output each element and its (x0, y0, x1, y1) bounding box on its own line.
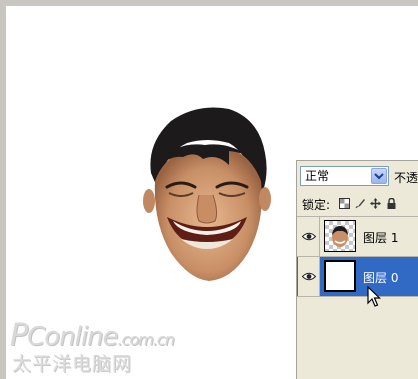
layer-row-1[interactable]: 图层 1 (297, 217, 418, 257)
eye-icon (302, 272, 316, 281)
visibility-toggle[interactable] (298, 257, 320, 296)
blend-mode-select[interactable]: 正常 (300, 166, 389, 186)
lock-label: 锁定: (302, 198, 331, 212)
white-thumbnail (324, 260, 356, 292)
face-thumbnail-icon (332, 226, 348, 247)
layer-row-0[interactable]: 图层 0 (297, 257, 418, 297)
layer-name[interactable]: 图层 1 (363, 229, 398, 246)
lock-move-icon[interactable] (370, 198, 381, 209)
watermark: PConline.com.cn 太平洋电脑网 (10, 318, 200, 375)
lock-paint-icon[interactable] (355, 198, 366, 209)
layers-panel: 正常 不透 锁定: 图层 1 图层 0 (296, 160, 418, 379)
lock-row: 锁定: (297, 192, 418, 217)
watermark-brand: PConline.com.cn (10, 318, 175, 353)
pointer-cursor-icon (367, 286, 381, 307)
face-photo (143, 107, 271, 281)
blend-mode-value: 正常 (305, 169, 330, 183)
lock-transparent-icon[interactable] (339, 198, 350, 209)
chevron-down-icon[interactable] (371, 168, 387, 184)
layer-name[interactable]: 图层 0 (363, 269, 398, 286)
face-thumbnail (324, 220, 356, 252)
eye-icon (302, 232, 316, 241)
lock-all-icon[interactable] (386, 198, 397, 209)
visibility-toggle[interactable] (298, 217, 320, 256)
opacity-label: 不透 (394, 171, 418, 185)
watermark-subtitle: 太平洋电脑网 (12, 353, 133, 375)
